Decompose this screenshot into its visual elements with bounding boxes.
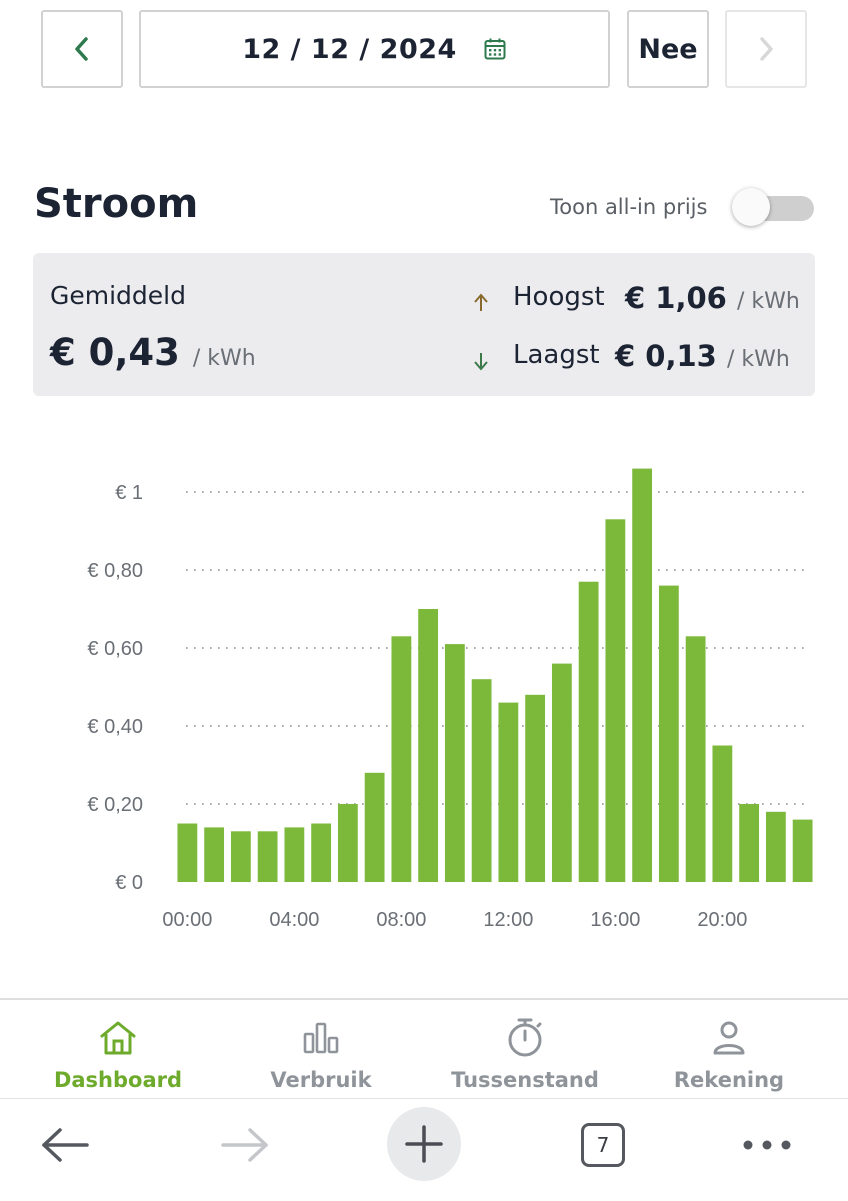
chevron-left-icon — [75, 37, 88, 61]
previous-day-button[interactable] — [41, 10, 123, 88]
browser-forward-button[interactable] — [218, 1123, 272, 1167]
plus-icon — [405, 1125, 443, 1163]
more-dots-icon — [743, 1140, 791, 1150]
arrow-up-icon — [469, 283, 493, 320]
hourly-price-chart: € 0 € 0,20 € 0,40 € 0,60 € 0,80 € 1 00:00 04:00… — [87, 468, 813, 931]
bar-0600[interactable] — [337, 804, 358, 882]
bar-2200[interactable] — [765, 811, 786, 882]
highest-price-row: Hoogst € 1,06 / kWh — [469, 281, 809, 323]
tab-switcher-button[interactable]: 7 — [580, 1121, 626, 1169]
price-summary-card: Gemiddeld € 0,43 / kWh Hoogst € 1,06 / k… — [33, 253, 815, 396]
calendar-icon — [484, 38, 506, 60]
bar-1700[interactable] — [632, 468, 653, 882]
bar-1500[interactable] — [578, 581, 599, 882]
browser-toolbar: 7 — [0, 1098, 848, 1201]
tab-rekening-label: Rekening — [673, 1068, 785, 1092]
highest-label: Hoogst — [513, 282, 605, 312]
tab-dashboard-label: Dashboard — [53, 1068, 183, 1092]
arrow-down-icon — [469, 341, 493, 378]
section-title: Stroom — [34, 181, 199, 227]
bar-1800[interactable] — [658, 585, 679, 882]
browser-menu-button[interactable] — [740, 1123, 794, 1167]
browser-back-button[interactable] — [38, 1123, 92, 1167]
lowest-unit: / kWh — [726, 347, 790, 372]
average-price: € 0,43 / kWh — [50, 331, 256, 374]
y-tick-label: € 0 — [115, 872, 143, 894]
lowest-price-row: Laagst € 0,13 / kWh — [469, 339, 809, 381]
bar-0900[interactable] — [418, 609, 439, 882]
y-tick-label: € 0,40 — [87, 716, 143, 738]
home-icon — [18, 1014, 218, 1058]
date-picker-field[interactable]: 12 / 12 / 2024 — [139, 10, 610, 88]
date-navigation: 12 / 12 / 2024 Nee — [0, 10, 848, 92]
lowest-price: € 0,13 / kWh — [615, 339, 790, 373]
x-tick-label: 04:00 — [269, 909, 319, 931]
bottom-navigation: Dashboard Verbruik Tussenstand Rekening — [0, 998, 848, 1100]
bar-0700[interactable] — [364, 772, 385, 882]
bar-0300[interactable] — [257, 831, 278, 882]
bar-2300[interactable] — [792, 819, 813, 882]
x-tick-label: 16:00 — [590, 909, 640, 931]
x-tick-label: 00:00 — [162, 909, 212, 931]
average-label: Gemiddeld — [50, 281, 186, 310]
bar-0200[interactable] — [230, 831, 251, 882]
selected-date: 12 / 12 / 2024 — [242, 33, 457, 65]
bar-2100[interactable] — [739, 804, 760, 882]
bar-2000[interactable] — [712, 745, 733, 883]
new-tab-button[interactable] — [387, 1107, 461, 1181]
y-tick-label: € 1 — [115, 482, 143, 504]
tab-count-badge: 7 — [581, 1123, 625, 1167]
bar-0800[interactable] — [391, 636, 412, 882]
x-tick-label: 12:00 — [483, 909, 533, 931]
bar-0100[interactable] — [204, 827, 225, 882]
bar-1400[interactable] — [551, 663, 572, 882]
arrow-right-icon — [221, 1128, 268, 1162]
average-unit: / kWh — [192, 346, 256, 371]
y-tick-label: € 0,20 — [87, 794, 143, 816]
highest-unit: / kWh — [736, 289, 800, 314]
person-icon — [629, 1014, 829, 1058]
bar-1000[interactable] — [444, 644, 465, 882]
bar-0400[interactable] — [284, 827, 305, 882]
x-tick-label: 08:00 — [376, 909, 426, 931]
lowest-label: Laagst — [513, 340, 600, 370]
bar-1200[interactable] — [498, 702, 519, 882]
tab-verbruik-label: Verbruik — [270, 1068, 372, 1092]
arrow-left-icon — [42, 1128, 89, 1162]
bar-chart-icon — [221, 1014, 421, 1058]
highest-value: € 1,06 — [625, 281, 727, 315]
nee-button[interactable]: Nee — [627, 10, 709, 88]
average-value: € 0,43 — [50, 331, 180, 374]
bar-1900[interactable] — [685, 636, 706, 882]
y-tick-label: € 0,80 — [87, 560, 143, 582]
tab-dashboard[interactable]: Dashboard — [18, 1014, 218, 1092]
tab-tussenstand-label: Tussenstand — [451, 1068, 599, 1092]
tab-rekening[interactable]: Rekening — [629, 1014, 829, 1092]
lowest-value: € 0,13 — [615, 339, 717, 373]
bar-1300[interactable] — [525, 694, 546, 882]
bar-0500[interactable] — [311, 823, 332, 883]
bar-1100[interactable] — [471, 679, 492, 882]
y-tick-label: € 0,60 — [87, 638, 143, 660]
chevron-right-icon — [760, 37, 773, 61]
all-in-price-toggle-label: Toon all-in prijs — [550, 195, 708, 219]
bar-0000[interactable] — [177, 823, 198, 883]
tab-tussenstand[interactable]: Tussenstand — [425, 1014, 625, 1092]
next-day-button[interactable] — [725, 10, 807, 88]
tab-verbruik[interactable]: Verbruik — [221, 1014, 421, 1092]
highest-price: € 1,06 / kWh — [625, 281, 800, 315]
stopwatch-icon — [425, 1014, 625, 1058]
x-tick-label: 20:00 — [697, 909, 747, 931]
bar-1600[interactable] — [605, 519, 626, 882]
toggle-knob — [732, 188, 770, 226]
all-in-price-toggle[interactable] — [732, 188, 816, 226]
